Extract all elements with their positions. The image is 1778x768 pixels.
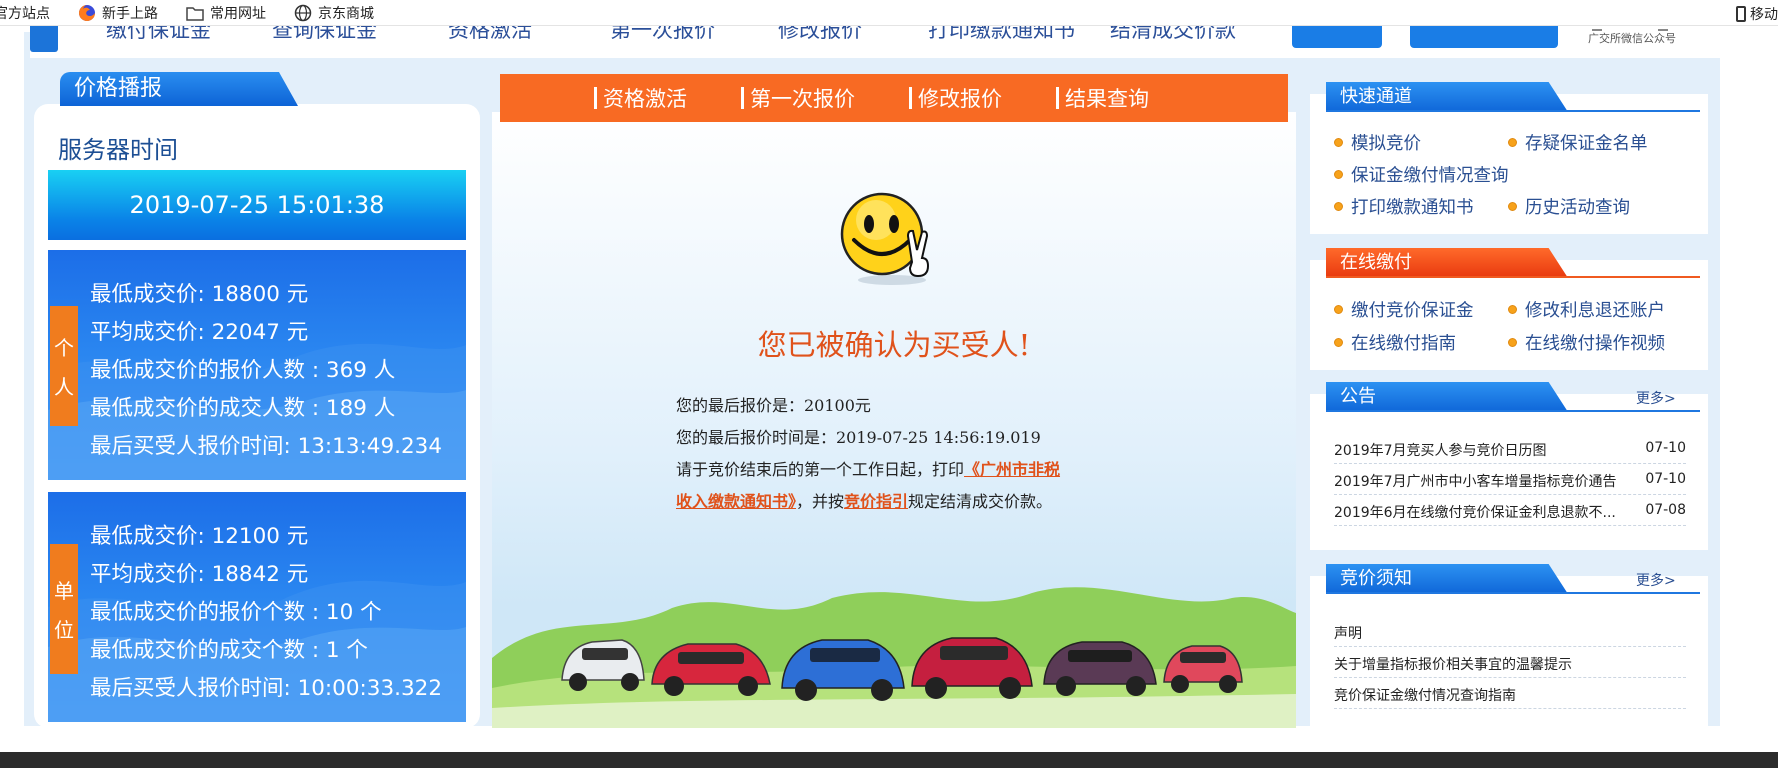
nav-modify-bid[interactable]: 修改报价 [778,26,862,44]
register-button[interactable] [1410,26,1558,48]
link-history-query[interactable]: 历史活动查询 [1508,194,1630,219]
bookmark-label: 官方站点 [0,5,50,22]
server-time-value: 2019-07-25 15:01:38 [129,191,385,219]
person-lowest-price: 最低成交价: 18800 元 [90,282,309,307]
footer-bar [0,752,1778,768]
notice-row[interactable]: 声明 [1334,623,1362,643]
link-print-notice[interactable]: 打印缴款通知书 [1334,194,1474,219]
bullet-icon [1508,305,1517,314]
bookmark-label: 新手上路 [102,5,158,22]
link-pay-deposit[interactable]: 缴付竞价保证金 [1334,297,1474,322]
tab-activate[interactable]: 资格激活 [594,83,687,113]
bookmark-jd-mall[interactable]: 京东商城 [294,3,374,23]
nav-query-deposit[interactable]: 查询保证金 [272,26,377,44]
link-online-video[interactable]: 在线缴付操作视频 [1508,330,1665,355]
unit-last-bid-time: 最后买受人报价时间: 10:00:33.322 [90,676,443,701]
smiley-victory-icon [840,192,930,285]
bookmark-official-site[interactable]: 官方站点 [0,3,50,23]
bullet-icon [1508,338,1517,347]
bullet-icon [1334,338,1343,347]
bullet-icon [1334,305,1343,314]
person-tag: 个 人 [50,306,78,426]
folder-icon [186,6,204,21]
site-logo[interactable] [30,26,58,52]
announcements-tab: 公告 [1326,382,1568,412]
payment-notice-link[interactable]: 《广州市非税 [964,460,1060,479]
unit-stats-card: 单 位 最低成交价: 12100 元 平均成交价: 18842 元 最低成交价的… [48,492,466,722]
announcement-row[interactable]: 2019年7月竞买人参与竞价日历图 07-10 [1334,440,1686,460]
bullet-icon [1508,202,1517,211]
nav-settle-price[interactable]: 结清成交价款 [1110,26,1236,44]
unit-lowest-price: 最低成交价: 12100 元 [90,524,309,549]
nav-print-notice[interactable]: 打印缴款通知书 [928,26,1075,44]
link-doubtful-deposit[interactable]: 存疑保证金名单 [1508,130,1648,155]
unit-tag: 单 位 [50,544,78,674]
phone-icon [1736,6,1746,22]
person-stat-lines: 最低成交价: 18800 元 平均成交价: 22047 元 最低成交价的报价人数… [90,276,442,466]
login-button[interactable] [1292,26,1382,48]
last-time-text: 您的最后报价时间是：2019-07-25 14:56:19.019 [676,428,1041,447]
wechat-caption: 广交所微信公众号 [1588,32,1676,45]
announcement-row[interactable]: 2019年6月在线缴付竞价保证金利息退款不... 07-08 [1334,502,1686,522]
unit-lowest-winners: 最低成交价的成交个数 : 1 个 [90,638,368,663]
confirmation-title: 您已被确认为买受人! [757,328,1031,362]
bidding-notice-tab: 竞价须知 [1326,564,1568,594]
bullet-icon [1334,202,1343,211]
person-lowest-winners: 最低成交价的成交人数 : 189 人 [90,396,396,421]
unit-stat-lines: 最低成交价: 12100 元 平均成交价: 18842 元 最低成交价的报价个数… [90,518,442,708]
server-time-box: 2019-07-25 15:01:38 [48,170,466,240]
nav-first-bid[interactable]: 第一次报价 [610,26,715,44]
link-deposit-status[interactable]: 保证金缴付情况查询 [1334,162,1509,187]
bidding-guide-link[interactable]: 竞价指引 [844,492,908,511]
bookmark-label: 京东商城 [318,5,374,22]
tab-result-query[interactable]: 结果查询 [1056,83,1149,113]
tab-modify-bid[interactable]: 修改报价 [909,83,1002,113]
person-last-bid-time: 最后买受人报价时间: 13:13:49.234 [90,434,443,459]
link-mock-bidding[interactable]: 模拟竞价 [1334,130,1421,155]
bookmarks-bar: 官方站点 新手上路 常用网址 京东商城 移动 [0,0,1778,26]
mobile-bookmarks-label: 移动 [1750,7,1778,23]
mobile-bookmarks[interactable]: 移动 [1736,4,1778,24]
firefox-icon [79,4,95,21]
unit-lowest-bidders: 最低成交价的报价个数 : 10 个 [90,600,382,625]
person-stats-card: 个 人 最低成交价: 18800 元 平均成交价: 22047 元 最低成交价的… [48,250,466,480]
notice-row[interactable]: 竞价保证金缴付情况查询指南 [1334,685,1516,705]
bidding-notice-more-link[interactable]: 更多> [1636,570,1676,590]
server-time-label: 服务器时间 [58,136,178,164]
payment-notice-link-cont[interactable]: 收入缴款通知书》 [676,492,796,511]
globe-icon [294,4,312,21]
unit-average-price: 平均成交价: 18842 元 [90,562,309,587]
bookmark-label: 常用网址 [210,5,266,22]
announcements-more-link[interactable]: 更多> [1636,388,1676,408]
tab-first-bid[interactable]: 第一次报价 [741,83,855,113]
top-navigation: 缴付保证金 查询保证金 资格激活 第一次报价 修改报价 打印缴款通知书 结清成交… [0,26,1778,58]
bookmark-common-sites[interactable]: 常用网址 [186,3,266,23]
price-broadcast-tab: 价格播报 [60,72,298,106]
bullet-icon [1334,170,1343,179]
result-tabs: 资格激活 第一次报价 修改报价 结果查询 [500,74,1288,122]
nav-pay-deposit[interactable]: 缴付保证金 [106,26,211,44]
bullet-icon [1334,138,1343,147]
last-price-text: 您的最后报价是：20100元 [676,396,871,415]
instruction-line-2: 收入缴款通知书》，并按竞价指引规定结清成交价款。 [676,492,1053,511]
link-modify-refund-account[interactable]: 修改利息退还账户 [1508,297,1665,322]
person-lowest-bidders: 最低成交价的报价人数 : 369 人 [90,358,396,383]
link-online-guide[interactable]: 在线缴付指南 [1334,330,1456,355]
bullet-icon [1508,138,1517,147]
notice-row[interactable]: 关于增量指标报价相关事宜的温馨提示 [1334,654,1572,674]
announcement-row[interactable]: 2019年7月广州市中小客车增量指标竞价通告 07-10 [1334,471,1686,491]
online-payment-tab: 在线缴付 [1326,248,1568,278]
bookmark-newbie[interactable]: 新手上路 [78,3,158,23]
cars-illustration [492,587,1296,728]
quick-access-tab: 快速通道 [1326,82,1568,112]
instruction-line-1: 请于竞价结束后的第一个工作日起，打印《广州市非税 [676,460,1061,479]
nav-activate[interactable]: 资格激活 [448,26,532,44]
person-average-price: 平均成交价: 22047 元 [90,320,309,345]
